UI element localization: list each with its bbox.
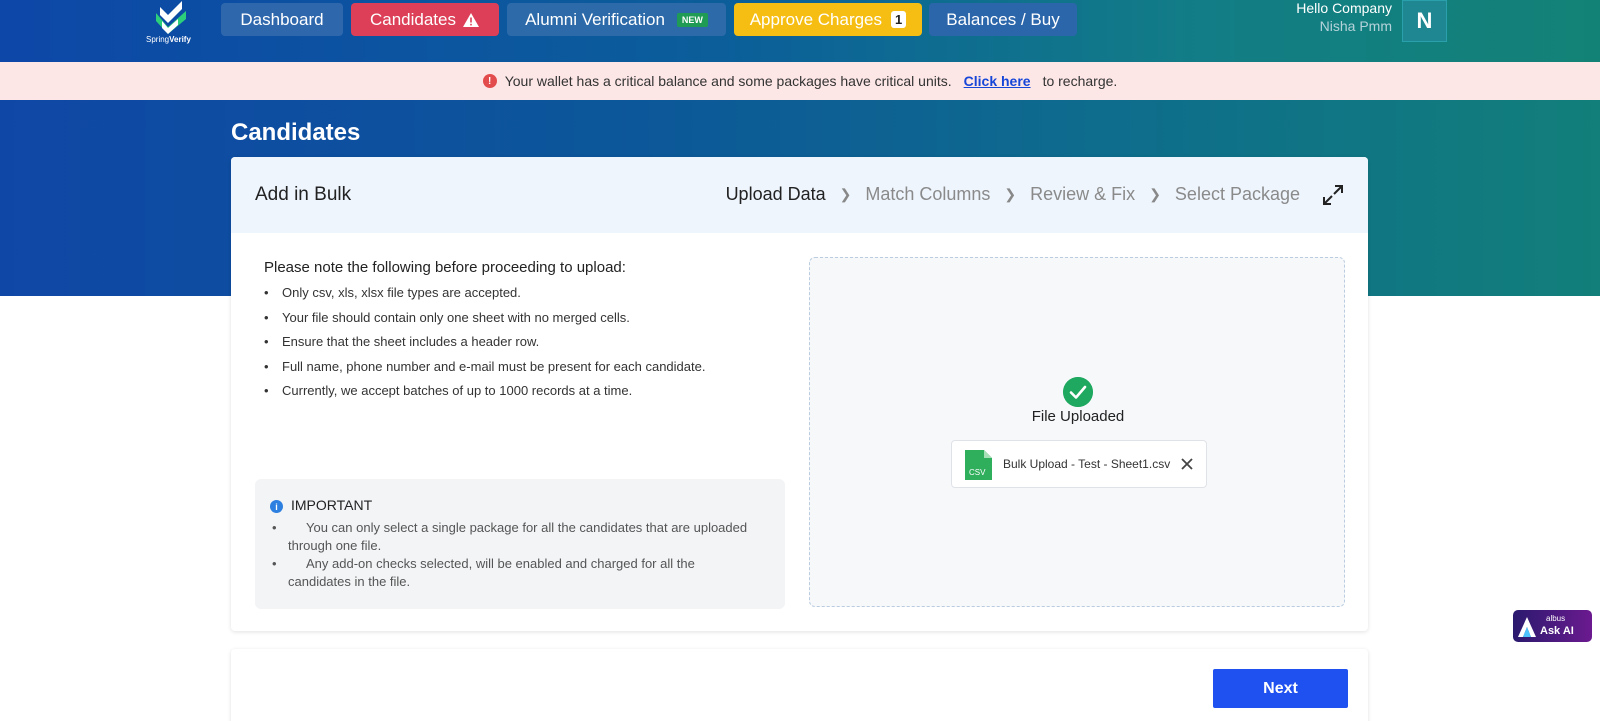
warning-icon: [463, 12, 479, 27]
ask-ai-label: Ask AI: [1540, 625, 1574, 637]
nav-candidates-button[interactable]: Candidates: [351, 3, 499, 36]
important-list: You can only select a single package for…: [272, 519, 758, 591]
nav-approve-label: Approve Charges: [749, 9, 883, 29]
avatar[interactable]: N: [1402, 0, 1447, 42]
upload-status: File Uploaded: [1031, 408, 1125, 425]
csv-file-icon: CSV: [965, 450, 992, 480]
recharge-link[interactable]: Click here: [964, 73, 1031, 89]
list-item: You can only select a single package for…: [272, 519, 758, 555]
step-upload-data: Upload Data: [725, 184, 826, 204]
card-title: Add in Bulk: [255, 184, 352, 205]
avatar-initial: N: [1416, 8, 1433, 33]
logo-wordmark: SpringVerify: [146, 35, 191, 44]
list-item: Any add-on checks selected, will be enab…: [272, 555, 758, 591]
bulk-upload-card: Add in Bulk Upload Data ❯ Match Columns …: [231, 157, 1368, 631]
nav-dashboard-button[interactable]: Dashboard: [221, 3, 343, 36]
card-header: Add in Bulk Upload Data ❯ Match Columns …: [231, 157, 1368, 233]
new-badge: NEW: [676, 12, 708, 27]
ask-ai-widget[interactable]: albus Ask AI: [1513, 610, 1592, 642]
file-dropzone[interactable]: File Uploaded CSV Bulk Upload - Test - S…: [809, 257, 1345, 607]
stepper: Upload Data ❯ Match Columns ❯ Review & F…: [726, 184, 1300, 205]
list-item: Currently, we accept batches of up to 10…: [264, 382, 784, 407]
list-item: Ensure that the sheet includes a header …: [264, 333, 784, 358]
alert-message: Your wallet has a critical balance and s…: [504, 73, 952, 89]
nav-balances-button[interactable]: Balances / Buy: [929, 3, 1077, 36]
notes-title: Please note the following before proceed…: [264, 259, 626, 276]
step-select-package: Select Package: [1174, 184, 1300, 204]
important-title: IMPORTANT: [291, 497, 373, 513]
alert-suffix: to recharge.: [1042, 73, 1118, 89]
close-icon[interactable]: [1180, 457, 1194, 471]
info-icon: i: [270, 500, 283, 513]
step-match-columns: Match Columns: [865, 184, 991, 204]
logo-text-bold: Verify: [169, 35, 191, 44]
csv-label: CSV: [969, 468, 986, 477]
approve-count-badge: 1: [891, 11, 907, 28]
wallet-alert-banner: ! Your wallet has a critical balance and…: [0, 62, 1600, 100]
user-name: Nisha Pmm: [1319, 18, 1392, 34]
nav-alumni-verification-button[interactable]: Alumni Verification NEW: [507, 3, 726, 36]
step-review-fix: Review & Fix: [1030, 184, 1136, 204]
important-box: i IMPORTANT You can only select a single…: [255, 479, 785, 609]
albus-logo-icon: [1518, 617, 1536, 637]
page-title: Candidates: [231, 119, 361, 146]
ask-ai-brand: albus: [1546, 614, 1566, 623]
nav-approve-charges-button[interactable]: Approve Charges 1: [734, 3, 922, 36]
alert-icon: !: [482, 74, 497, 88]
chevron-right-icon: ❯: [1149, 186, 1161, 202]
file-name: Bulk Upload - Test - Sheet1.csv: [1003, 457, 1171, 471]
check-circle-icon: [1063, 377, 1093, 407]
chevron-right-icon: ❯: [1004, 186, 1017, 202]
nav-alumni-label: Alumni Verification: [525, 9, 665, 29]
nav-dashboard-label: Dashboard: [240, 9, 324, 29]
footer-card: [231, 649, 1368, 721]
user-greeting: Hello Company: [1296, 0, 1392, 16]
logo-text-light: Spring: [146, 35, 170, 44]
notes-list: Only csv, xls, xlsx file types are accep…: [264, 284, 784, 407]
uploaded-file-chip: CSV Bulk Upload - Test - Sheet1.csv: [951, 440, 1207, 488]
list-item: Full name, phone number and e-mail must …: [264, 358, 784, 383]
list-item: Your file should contain only one sheet …: [264, 309, 784, 334]
nav-balances-label: Balances / Buy: [946, 9, 1060, 29]
list-item: Only csv, xls, xlsx file types are accep…: [264, 284, 784, 309]
next-button[interactable]: Next: [1213, 669, 1348, 708]
expand-icon[interactable]: [1322, 184, 1344, 206]
chevron-right-icon: ❯: [839, 186, 852, 202]
nav-candidates-label: Candidates: [369, 9, 456, 29]
